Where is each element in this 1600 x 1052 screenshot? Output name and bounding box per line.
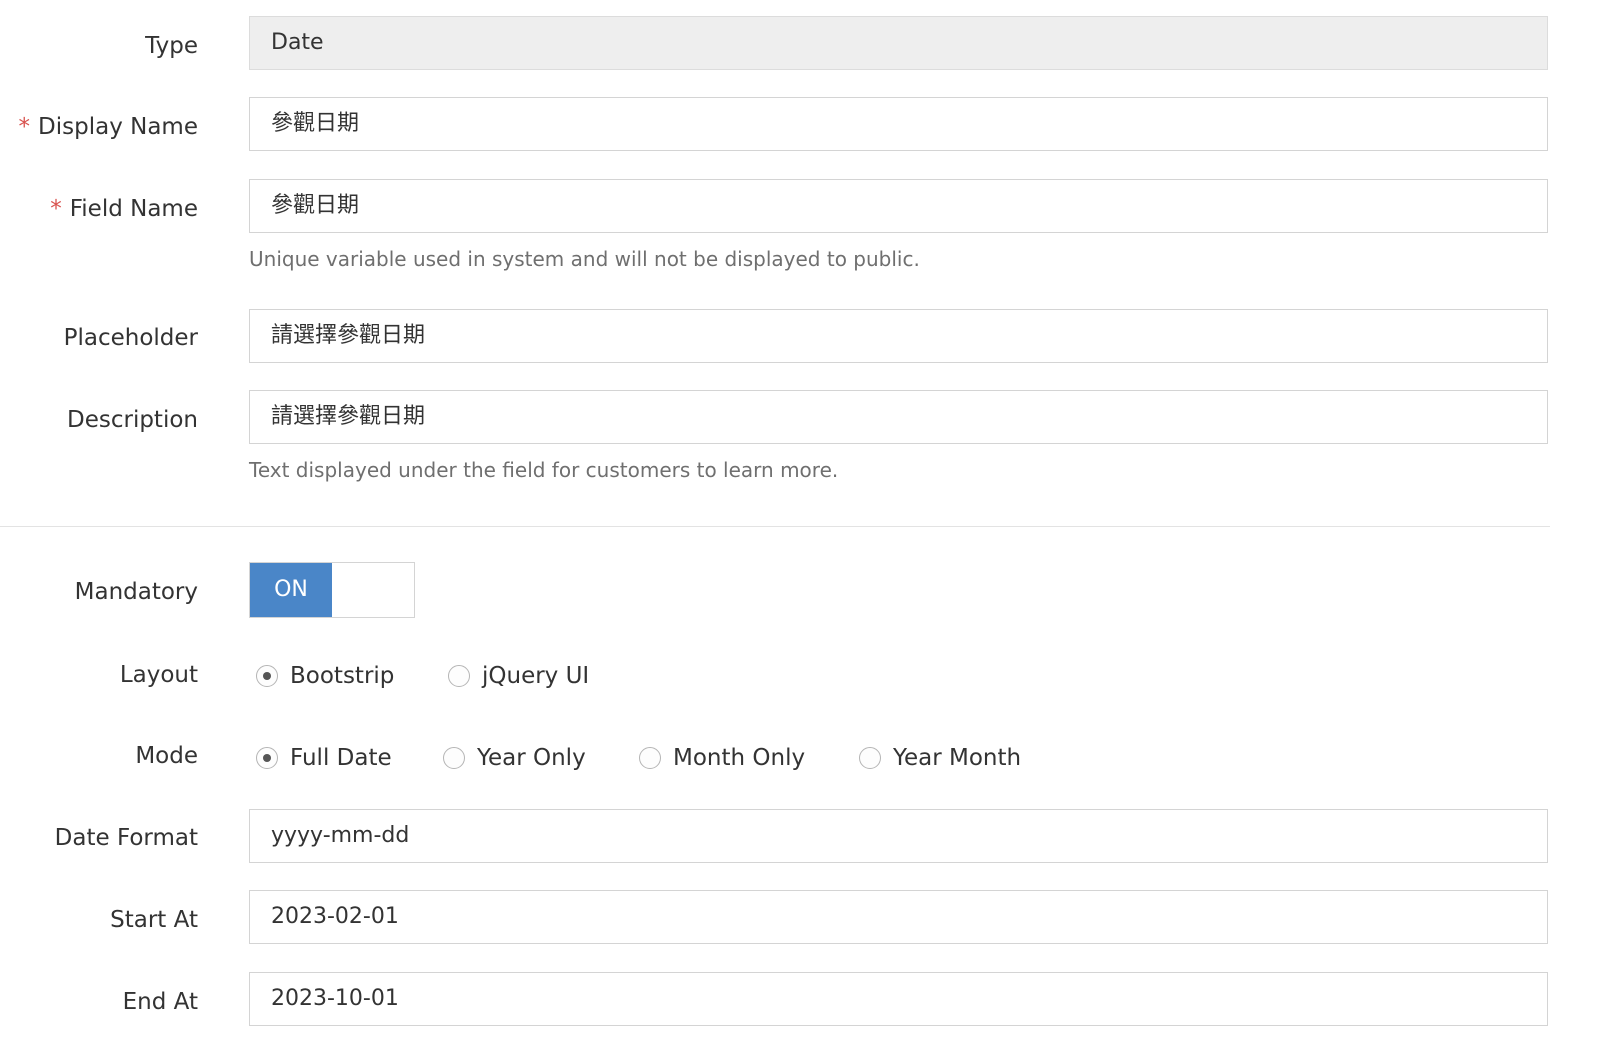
mode-label: Mode	[135, 743, 198, 769]
layout-option-bootstrip[interactable]: Bootstrip	[256, 656, 394, 696]
radio-unchecked-icon[interactable]	[639, 747, 661, 769]
mode-option-label: Year Month	[893, 745, 1022, 771]
placeholder-input[interactable]: 請選擇參觀日期	[249, 309, 1548, 363]
required-asterisk: *	[18, 114, 31, 140]
mode-option-year-month[interactable]: Year Month	[859, 738, 1021, 778]
type-label: Type	[145, 33, 198, 59]
display-name-label-text: Display Name	[38, 114, 198, 140]
mode-option-label: Year Only	[477, 745, 586, 771]
mode-option-label: Month Only	[673, 745, 806, 771]
field-name-input[interactable]: 參觀日期	[249, 179, 1548, 233]
section-divider	[0, 526, 1550, 527]
description-input[interactable]: 請選擇參觀日期	[249, 390, 1548, 444]
display-name-input[interactable]: 參觀日期	[249, 97, 1548, 151]
layout-label: Layout	[119, 662, 198, 688]
mandatory-toggle-on: ON	[250, 563, 332, 617]
description-label: Description	[67, 407, 198, 433]
field-name-label: * Field Name	[0, 194, 198, 224]
radio-unchecked-icon[interactable]	[443, 747, 465, 769]
mode-option-label: Full Date	[290, 745, 392, 771]
display-name-label: * Display Name	[0, 112, 198, 142]
type-field: Date	[249, 16, 1548, 70]
mandatory-toggle[interactable]: ON	[249, 562, 415, 618]
layout-option-label: jQuery UI	[482, 663, 590, 689]
field-name-help: Unique variable used in system and will …	[249, 247, 920, 271]
mode-option-full-date[interactable]: Full Date	[256, 738, 392, 778]
radio-checked-icon[interactable]	[256, 665, 278, 687]
end-at-label: End At	[122, 989, 198, 1015]
mode-option-month-only[interactable]: Month Only	[639, 738, 805, 778]
placeholder-label: Placeholder	[63, 325, 198, 351]
date-format-label: Date Format	[54, 825, 198, 851]
required-asterisk: *	[50, 196, 62, 222]
date-format-input[interactable]: yyyy-mm-dd	[249, 809, 1548, 863]
mandatory-label: Mandatory	[74, 579, 198, 605]
radio-checked-icon[interactable]	[256, 747, 278, 769]
description-help: Text displayed under the field for custo…	[249, 458, 839, 482]
layout-option-label: Bootstrip	[290, 663, 395, 689]
start-at-label: Start At	[110, 907, 198, 933]
radio-unchecked-icon[interactable]	[859, 747, 881, 769]
end-at-input[interactable]: 2023-10-01	[249, 972, 1548, 1026]
mode-option-year-only[interactable]: Year Only	[443, 738, 586, 778]
radio-unchecked-icon[interactable]	[448, 665, 470, 687]
start-at-input[interactable]: 2023-02-01	[249, 890, 1548, 944]
layout-option-jquery-ui[interactable]: jQuery UI	[448, 656, 589, 696]
field-name-label-text: Field Name	[69, 196, 198, 222]
